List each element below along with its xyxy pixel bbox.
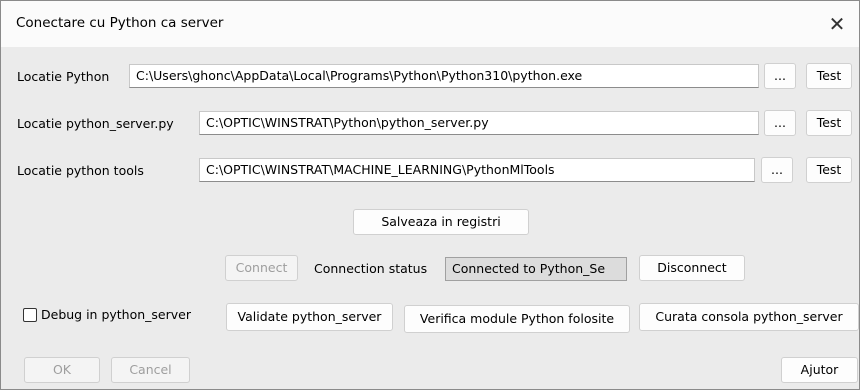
connection-status-label: Connection status xyxy=(314,261,428,276)
title-bar: Conectare cu Python ca server ✕ xyxy=(1,1,859,47)
cancel-button[interactable]: Cancel xyxy=(111,357,190,383)
tools-location-test-button[interactable]: Test xyxy=(806,157,852,183)
tools-location-browse-button[interactable]: ... xyxy=(761,157,793,183)
ok-button[interactable]: OK xyxy=(24,357,100,383)
validate-server-button[interactable]: Validate python_server xyxy=(226,303,393,331)
python-location-field[interactable]: C:\Users\ghonc\AppData\Local\Programs\Py… xyxy=(129,64,759,88)
help-button[interactable]: Ajutor xyxy=(781,357,858,383)
python-location-label: Locatie Python xyxy=(17,69,110,84)
save-registry-button[interactable]: Salveaza in registri xyxy=(353,209,529,235)
server-location-label: Locatie python_server.py xyxy=(17,116,174,131)
server-location-field[interactable]: C:\OPTIC\WINSTRAT\Python\python_server.p… xyxy=(199,111,759,135)
connect-button[interactable]: Connect xyxy=(225,255,298,281)
debug-checkbox-label: Debug in python_server xyxy=(41,307,191,322)
window-title: Conectare cu Python ca server xyxy=(16,15,224,31)
tools-location-field[interactable]: C:\OPTIC\WINSTRAT\MACHINE_LEARNING\Pytho… xyxy=(199,158,755,182)
connection-status-value: Connected to Python_Se xyxy=(445,257,627,281)
disconnect-button[interactable]: Disconnect xyxy=(639,255,745,281)
python-location-browse-button[interactable]: ... xyxy=(764,63,796,89)
verify-modules-button[interactable]: Verifica module Python folosite xyxy=(404,305,630,333)
server-location-test-button[interactable]: Test xyxy=(806,110,852,136)
close-icon[interactable]: ✕ xyxy=(815,1,859,47)
tools-location-label: Locatie python tools xyxy=(17,163,144,178)
python-location-test-button[interactable]: Test xyxy=(806,63,852,89)
debug-checkbox[interactable] xyxy=(23,308,37,322)
clear-console-button[interactable]: Curata consola python_server xyxy=(639,303,859,331)
server-location-browse-button[interactable]: ... xyxy=(764,110,796,136)
dialog-window: Conectare cu Python ca server ✕ Locatie … xyxy=(0,0,860,390)
